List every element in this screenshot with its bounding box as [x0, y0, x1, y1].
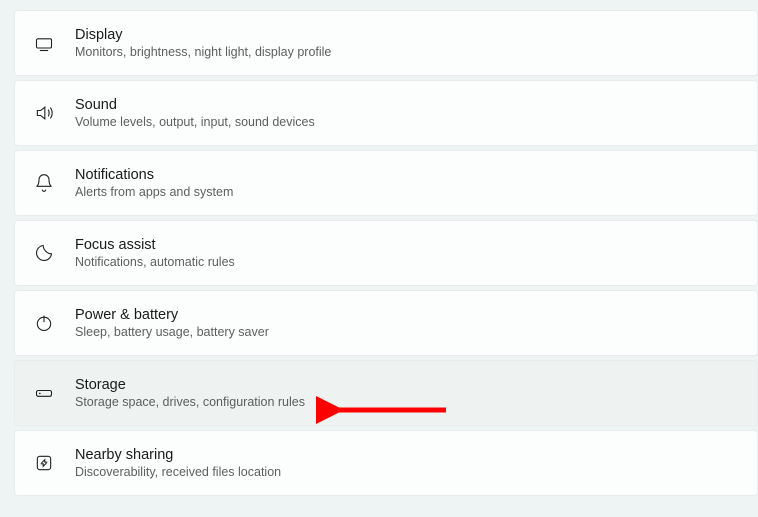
settings-item-text: Display Monitors, brightness, night ligh…	[75, 27, 331, 59]
focus-assist-icon	[31, 240, 57, 266]
settings-item-title: Sound	[75, 97, 315, 113]
settings-item-desc: Alerts from apps and system	[75, 185, 233, 199]
settings-item-nearby-sharing[interactable]: Nearby sharing Discoverability, received…	[14, 430, 758, 496]
settings-item-notifications[interactable]: Notifications Alerts from apps and syste…	[14, 150, 758, 216]
settings-item-desc: Notifications, automatic rules	[75, 255, 235, 269]
settings-item-title: Notifications	[75, 167, 233, 183]
notifications-icon	[31, 170, 57, 196]
display-icon	[31, 30, 57, 56]
settings-item-desc: Monitors, brightness, night light, displ…	[75, 45, 331, 59]
settings-item-text: Sound Volume levels, output, input, soun…	[75, 97, 315, 129]
settings-item-desc: Discoverability, received files location	[75, 465, 281, 479]
nearby-sharing-icon	[31, 450, 57, 476]
settings-item-title: Focus assist	[75, 237, 235, 253]
settings-item-title: Display	[75, 27, 331, 43]
storage-icon	[31, 380, 57, 406]
sound-icon	[31, 100, 57, 126]
system-settings-list: Display Monitors, brightness, night ligh…	[14, 10, 758, 496]
settings-item-focus-assist[interactable]: Focus assist Notifications, automatic ru…	[14, 220, 758, 286]
settings-item-desc: Volume levels, output, input, sound devi…	[75, 115, 315, 129]
power-icon	[31, 310, 57, 336]
settings-item-title: Power & battery	[75, 307, 269, 323]
settings-item-storage[interactable]: Storage Storage space, drives, configura…	[14, 360, 758, 426]
settings-item-desc: Storage space, drives, configuration rul…	[75, 395, 305, 409]
settings-item-title: Storage	[75, 377, 305, 393]
settings-item-title: Nearby sharing	[75, 447, 281, 463]
settings-item-desc: Sleep, battery usage, battery saver	[75, 325, 269, 339]
settings-item-text: Power & battery Sleep, battery usage, ba…	[75, 307, 269, 339]
settings-item-text: Notifications Alerts from apps and syste…	[75, 167, 233, 199]
settings-item-text: Focus assist Notifications, automatic ru…	[75, 237, 235, 269]
settings-item-power-battery[interactable]: Power & battery Sleep, battery usage, ba…	[14, 290, 758, 356]
settings-item-display[interactable]: Display Monitors, brightness, night ligh…	[14, 10, 758, 76]
settings-item-text: Storage Storage space, drives, configura…	[75, 377, 305, 409]
settings-item-text: Nearby sharing Discoverability, received…	[75, 447, 281, 479]
settings-item-sound[interactable]: Sound Volume levels, output, input, soun…	[14, 80, 758, 146]
